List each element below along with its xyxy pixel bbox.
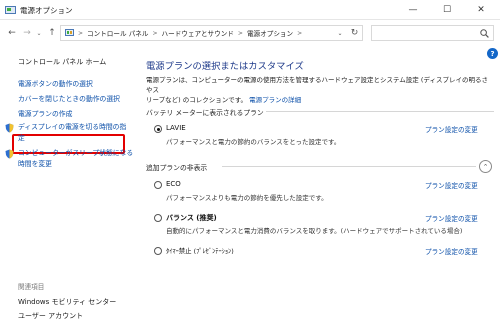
- plan-name: ECO: [166, 180, 181, 188]
- sleep-time-label: コンピューターがスリープ状態になる: [18, 149, 134, 157]
- plan-description: パフォーマンスよりも電力の節約を優先した設定です。: [166, 194, 328, 202]
- page-title: 電源プランの選択またはカスタマイズ: [146, 61, 304, 72]
- uac-shield-icon: [5, 123, 14, 133]
- change-plan-settings-link[interactable]: プラン設定の変更: [425, 180, 478, 190]
- sleep-time-link[interactable]: コンピューターがスリープ状態になる 時間を変更: [5, 148, 134, 170]
- collapse-hidden-plans-button[interactable]: ⌃: [479, 160, 492, 173]
- page-description: 電源プランは、コンピューターの電源の使用方法を管理するハードウェア設定とシステム…: [146, 75, 494, 105]
- description-text-cont: リープなど) のコレクションです。: [146, 96, 248, 104]
- forward-button[interactable]: →: [21, 26, 33, 40]
- plan-name: ﾀｲﾏｰ禁止 (ﾌﾟﾚｾﾞﾝﾃｰｼｮﾝ): [166, 247, 234, 255]
- control-panel-home-link[interactable]: コントロール パネル ホーム: [18, 57, 106, 67]
- recent-locations-button[interactable]: ⌄: [34, 26, 44, 40]
- uac-shield-icon: [5, 149, 14, 159]
- search-input[interactable]: [371, 25, 494, 41]
- display-off-time-link[interactable]: ディスプレイの電源を切る時間の指 定: [5, 122, 127, 144]
- sleep-time-label-cont: 時間を変更: [18, 160, 52, 168]
- group-divider: [266, 111, 494, 112]
- create-power-plan-link[interactable]: 電源プランの作成: [18, 109, 72, 120]
- maximize-button[interactable]: ☐: [430, 0, 464, 20]
- hidden-plans-group-label: 追加プランの非表示: [146, 164, 208, 172]
- minimize-button[interactable]: —: [396, 0, 430, 20]
- navigation-bar: ← → ⌄ ↑ > コントロール パネル > ハードウェアとサウンド > 電源オ…: [0, 21, 500, 45]
- breadcrumb-separator: >: [78, 29, 84, 37]
- plan-radio-balanced[interactable]: [154, 214, 162, 222]
- breadcrumb-hardware-sound[interactable]: ハードウェアとサウンド: [162, 28, 234, 38]
- group-divider: [222, 166, 476, 167]
- battery-plans-group-label: バッテリ メーターに表示されるプラン: [146, 109, 264, 117]
- title-bar: 電源オプション — ☐ ✕: [0, 0, 500, 20]
- breadcrumb-separator: >: [152, 29, 158, 37]
- change-plan-settings-link[interactable]: プラン設定の変更: [425, 124, 478, 134]
- plan-radio-no-timer[interactable]: [154, 247, 162, 255]
- breadcrumb-power-options[interactable]: 電源オプション: [247, 28, 293, 38]
- close-button[interactable]: ✕: [464, 0, 498, 20]
- back-button[interactable]: ←: [6, 26, 18, 40]
- address-dropdown-button[interactable]: ⌄: [334, 25, 346, 41]
- plan-radio-eco[interactable]: [154, 181, 162, 189]
- main-content: ? 電源プランの選択またはカスタマイズ 電源プランは、コンピューターの電源の使用…: [146, 45, 500, 333]
- description-text: 電源プランは、コンピューターの電源の使用方法を管理するハードウェア設定とシステム…: [146, 76, 488, 94]
- windows-mobility-center-link[interactable]: Windows モビリティ センター: [18, 297, 116, 307]
- breadcrumb-control-panel[interactable]: コントロール パネル: [87, 28, 148, 38]
- refresh-button[interactable]: ↻: [347, 25, 363, 41]
- plan-description: パフォーマンスと電力の節約のバランスをとった設定です。: [166, 138, 341, 146]
- plan-radio-lavie[interactable]: [154, 125, 162, 133]
- plan-name: バランス (推奨): [166, 214, 217, 222]
- change-plan-settings-link[interactable]: プラン設定の変更: [425, 246, 478, 256]
- up-button[interactable]: ↑: [46, 26, 58, 40]
- help-icon[interactable]: ?: [487, 48, 498, 59]
- breadcrumb-separator: >: [297, 29, 303, 37]
- user-accounts-link[interactable]: ユーザー アカウント: [18, 311, 83, 321]
- choose-lid-close-action-link[interactable]: カバーを閉じたときの動作の選択: [18, 94, 120, 105]
- power-options-icon: [5, 6, 16, 14]
- task-pane: コントロール パネル ホーム 電源ボタンの動作の選択 カバーを閉じたときの動作の…: [0, 45, 135, 333]
- search-icon: [480, 29, 489, 38]
- breadcrumb-separator: >: [237, 29, 243, 37]
- plan-name: LAVIE: [166, 124, 186, 132]
- change-plan-settings-link[interactable]: プラン設定の変更: [425, 213, 478, 223]
- plan-description: 自動的にパフォーマンスと電力消費のバランスを取ります。(ハードウェアでサポートさ…: [166, 227, 463, 235]
- display-off-time-label: ディスプレイの電源を切る時間の指: [18, 123, 127, 131]
- address-bar[interactable]: > コントロール パネル > ハードウェアとサウンド > 電源オプション >: [60, 25, 363, 41]
- see-also-heading: 関連項目: [18, 283, 45, 291]
- power-plan-details-link[interactable]: 電源プランの詳細: [249, 96, 301, 104]
- control-panel-icon: [65, 29, 74, 36]
- display-off-time-label-cont: 定: [18, 134, 25, 142]
- window-title: 電源オプション: [20, 6, 73, 15]
- choose-power-button-link[interactable]: 電源ボタンの動作の選択: [18, 79, 93, 90]
